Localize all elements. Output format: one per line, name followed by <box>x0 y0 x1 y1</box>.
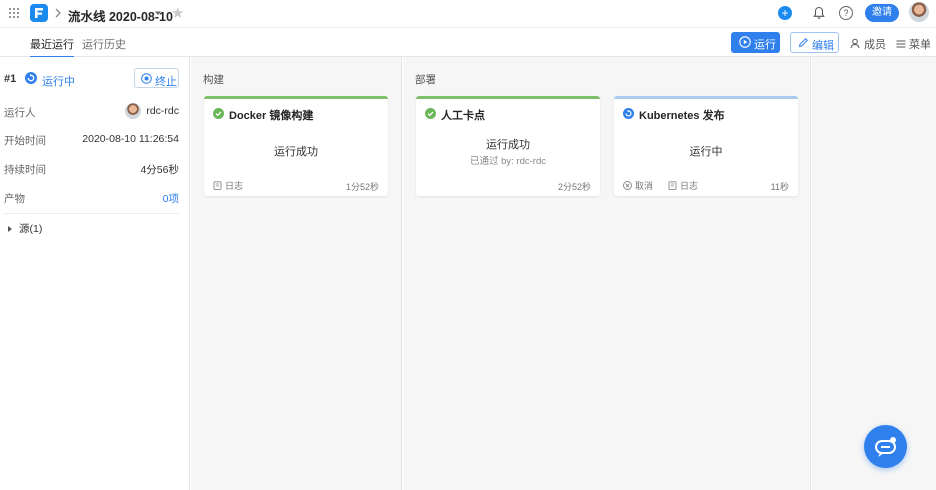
source-label: 源(1) <box>19 223 43 235</box>
running-status-icon <box>25 72 37 84</box>
success-check-icon <box>425 108 436 119</box>
flow-logo[interactable] <box>30 4 48 22</box>
approved-by: 已通过 by: rdc-rdc <box>469 156 546 167</box>
top-bar: 流水线 2020-08-10 ★ + ? 邀请 <box>0 0 936 28</box>
expand-triangle-icon <box>8 226 12 232</box>
runner-key: 运行人 <box>4 107 36 119</box>
menu-label: 菜单 <box>909 39 931 51</box>
log-label: 日志 <box>680 181 699 191</box>
pipeline-stages: 构建 Docker 镜像构建 运行成功 日志 1分52秒 部署 人工卡点 运行成… <box>191 57 936 490</box>
edit-button-label: 编辑 <box>812 40 834 52</box>
hamburger-icon <box>896 40 906 48</box>
job-status: 运行中 <box>689 146 723 158</box>
breadcrumb-chevron-icon <box>55 8 61 18</box>
chat-bubble-icon <box>875 437 896 457</box>
job-card-manual-gate[interactable]: 人工卡点 运行成功 已通过 by: rdc-rdc 2分52秒 <box>416 96 600 196</box>
runner-avatar <box>125 103 141 119</box>
stop-button-label: 终止 <box>155 76 177 88</box>
members-label: 成员 <box>864 39 886 51</box>
job-card-docker[interactable]: Docker 镜像构建 运行成功 日志 1分52秒 <box>204 96 388 196</box>
log-document-icon <box>668 181 677 190</box>
job-status: 运行成功 <box>274 146 318 158</box>
status-bar <box>204 96 388 99</box>
status-bar <box>614 96 798 99</box>
caret-down-icon[interactable] <box>154 9 162 17</box>
cancel-link[interactable]: 取消 <box>623 181 656 191</box>
tab-run-history[interactable]: 运行历史 <box>82 36 126 52</box>
help-icon[interactable]: ? <box>839 6 853 20</box>
pencil-icon <box>798 37 809 48</box>
stage-build: 构建 Docker 镜像构建 运行成功 日志 1分52秒 <box>191 57 402 490</box>
chat-support-button[interactable] <box>864 425 907 468</box>
duration-key: 持续时间 <box>4 164 46 176</box>
job-status: 运行成功 <box>486 139 530 151</box>
person-icon <box>850 38 860 49</box>
menu-button[interactable]: 菜单 <box>896 36 931 52</box>
log-link[interactable]: 日志 <box>666 181 699 191</box>
duration-value: 4分56秒 <box>140 164 179 176</box>
add-button[interactable]: + <box>778 6 792 20</box>
run-number: #1 <box>4 73 17 85</box>
stop-button[interactable]: 终止 <box>134 68 179 88</box>
favorite-star-icon[interactable]: ★ <box>171 4 184 22</box>
run-detail-panel: #1 运行中 终止 运行人 rdc-rdc 开始时间 2020-08-10 11… <box>0 57 190 490</box>
tab-recent-runs[interactable]: 最近运行 <box>30 36 74 58</box>
start-time-row: 开始时间 2020-08-10 11:26:54 <box>4 133 179 149</box>
stage-title: 构建 <box>203 74 224 86</box>
stage-title: 部署 <box>415 74 436 86</box>
source-toggle[interactable]: 源(1) <box>8 221 42 236</box>
cancel-circle-icon <box>623 181 632 190</box>
log-link[interactable]: 日志 <box>213 179 243 192</box>
artifacts-link[interactable]: 0项 <box>163 191 179 206</box>
artifacts-key: 产物 <box>4 193 25 205</box>
log-label: 日志 <box>225 181 244 191</box>
stop-circle-icon <box>141 73 152 84</box>
success-check-icon <box>213 108 224 119</box>
job-name: Kubernetes 发布 <box>639 110 725 122</box>
invite-button[interactable]: 邀请 <box>865 4 899 22</box>
logo-glyph-icon <box>35 8 43 18</box>
run-status: 运行中 <box>42 76 75 88</box>
stage-deploy: 部署 人工卡点 运行成功 已通过 by: rdc-rdc 2分52秒 Kuber… <box>403 57 811 490</box>
run-button-label: 运行 <box>754 39 776 51</box>
start-time-value: 2020-08-10 11:26:54 <box>82 133 179 145</box>
edit-button[interactable]: 编辑 <box>790 32 839 53</box>
cancel-label: 取消 <box>635 181 654 191</box>
tab-bar: 最近运行 运行历史 运行 编辑 成员 菜单 <box>0 28 936 58</box>
start-time-key: 开始时间 <box>4 135 46 147</box>
runner-value: rdc-rdc <box>146 105 179 117</box>
duration-row: 持续时间 4分56秒 <box>4 162 179 178</box>
job-name: 人工卡点 <box>441 110 485 122</box>
job-actions: 取消 日志 <box>623 179 698 192</box>
run-button[interactable]: 运行 <box>731 32 780 53</box>
divider <box>4 213 179 214</box>
artifacts-row: 产物 0项 <box>4 191 179 207</box>
running-status-icon <box>623 108 634 119</box>
status-bar <box>416 96 600 99</box>
play-circle-icon <box>739 36 751 48</box>
bell-icon[interactable] <box>812 6 826 20</box>
job-name: Docker 镜像构建 <box>229 110 314 122</box>
user-avatar[interactable] <box>909 2 929 22</box>
job-duration: 2分52秒 <box>557 182 591 192</box>
runner-row: 运行人 rdc-rdc <box>4 103 179 121</box>
job-card-kubernetes[interactable]: Kubernetes 发布 运行中 取消 日志 11秒 <box>614 96 798 196</box>
job-duration: 11秒 <box>770 182 789 192</box>
members-button[interactable]: 成员 <box>850 36 886 52</box>
app-grid-icon[interactable] <box>8 7 20 19</box>
job-duration: 1分52秒 <box>345 182 379 192</box>
stage-empty-area <box>812 57 936 490</box>
log-document-icon <box>213 181 222 190</box>
